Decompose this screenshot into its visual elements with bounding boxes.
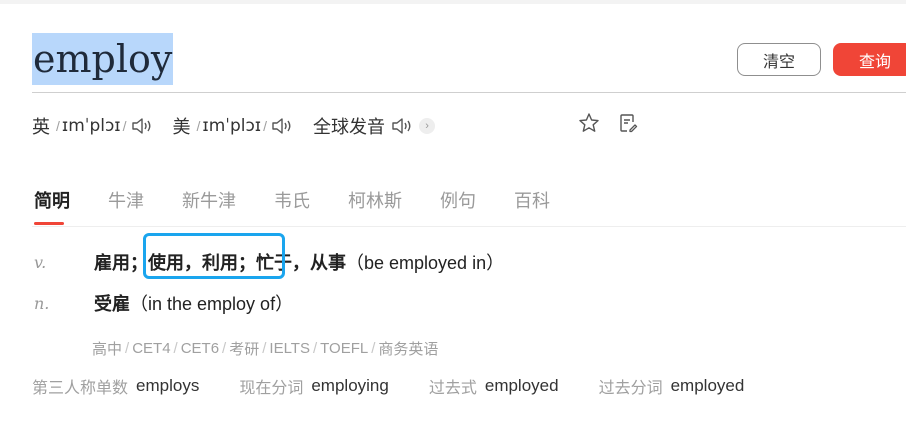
word-form-past-tense: 过去式 employed: [429, 374, 559, 398]
search-button[interactable]: 查询: [833, 43, 906, 76]
definition-usage: （in the employ of）: [130, 294, 294, 314]
speaker-icon[interactable]: [131, 117, 153, 135]
search-input[interactable]: employ: [32, 33, 174, 85]
active-tab-indicator: [34, 222, 64, 225]
wordbook-icon[interactable]: [617, 112, 639, 139]
global-pronunciation-label[interactable]: 全球发音: [313, 113, 385, 139]
part-of-speech: n.: [34, 293, 50, 313]
tab-webster[interactable]: 韦氏: [274, 187, 310, 213]
tab-oxford[interactable]: 牛津: [108, 187, 144, 213]
word-form-third-person: 第三人称单数 employs: [32, 374, 199, 398]
tab-new-oxford[interactable]: 新牛津: [182, 187, 236, 213]
us-phonetic: ɪmˈplɔɪ: [202, 116, 262, 136]
uk-phonetic: ɪmˈplɔɪ: [61, 116, 121, 136]
tab-encyclopedia[interactable]: 百科: [514, 187, 550, 213]
exam-tag: 商务英语: [378, 340, 439, 358]
search-query-text[interactable]: employ: [32, 33, 174, 85]
word-form-present-participle: 现在分词 employing: [239, 374, 389, 398]
definition-part: 雇用；: [94, 253, 148, 273]
exam-tag: CET4: [132, 339, 171, 357]
exam-tag: TOEFL: [320, 339, 369, 357]
tab-concise[interactable]: 简明: [34, 187, 70, 213]
clear-button[interactable]: 清空: [737, 43, 821, 76]
speaker-icon[interactable]: [271, 117, 293, 135]
exam-tags: 高中 / CET4 / CET6 / 考研 / IELTS / TOEFL / …: [92, 339, 439, 358]
word-form-link[interactable]: employed: [671, 376, 745, 396]
uk-label: 英: [32, 117, 50, 137]
definition-text: 受雇（in the employ of）: [94, 290, 293, 316]
definition-highlighted-part: 使用，利用；: [148, 253, 256, 273]
pronunciation-us: 美 / ɪmˈplɔɪ /: [173, 113, 294, 139]
tabs-divider: [32, 226, 906, 227]
definition-text: 雇用；使用，利用；忙于，从事（be employed in）: [94, 249, 504, 275]
exam-tag: IELTS: [269, 339, 310, 357]
word-form-label: 现在分词: [239, 380, 304, 397]
word-form-label: 过去式: [428, 380, 477, 397]
definition-part: 受雇: [94, 294, 130, 314]
top-border: [0, 0, 906, 4]
definition-noun: n. 受雇（in the employ of）: [34, 288, 293, 318]
tab-collins[interactable]: 柯林斯: [348, 187, 402, 213]
pronunciation-global: 全球发音 ›: [313, 113, 436, 139]
definition-part: 忙于，从事: [256, 253, 346, 273]
exam-tag: 考研: [229, 340, 260, 358]
exam-tag: CET6: [180, 339, 220, 357]
word-form-label: 第三人称单数: [32, 380, 129, 397]
word-form-link[interactable]: employed: [485, 376, 559, 396]
star-icon[interactable]: [578, 112, 600, 139]
us-label: 美: [172, 117, 191, 137]
pronunciation-uk: 英 / ɪmˈplɔɪ /: [32, 113, 153, 139]
tab-examples[interactable]: 例句: [440, 187, 476, 213]
word-form-past-participle: 过去分词 employed: [599, 374, 745, 398]
part-of-speech: v.: [34, 252, 47, 272]
word-forms: 第三人称单数 employs 现在分词 employing 过去式 employ…: [32, 372, 784, 400]
chevron-right-icon[interactable]: ›: [419, 118, 436, 134]
definition-usage: （be employed in）: [346, 253, 505, 273]
word-form-link[interactable]: employing: [311, 376, 389, 396]
exam-tag: 高中: [92, 340, 123, 358]
search-underline: [32, 92, 906, 93]
word-form-label: 过去分词: [598, 380, 663, 397]
search-bar: employ 清空 查询: [0, 26, 906, 96]
pronunciation-row: 英 / ɪmˈplɔɪ / 美 / ɪmˈplɔɪ / 全球发音 ›: [32, 110, 455, 142]
speaker-icon[interactable]: [391, 117, 413, 135]
dictionary-tabs: 简明 牛津 新牛津 韦氏 柯林斯 例句 百科: [34, 186, 588, 214]
word-form-link[interactable]: employs: [136, 376, 199, 396]
definition-verb: v. 雇用；使用，利用；忙于，从事（be employed in）: [34, 247, 504, 277]
